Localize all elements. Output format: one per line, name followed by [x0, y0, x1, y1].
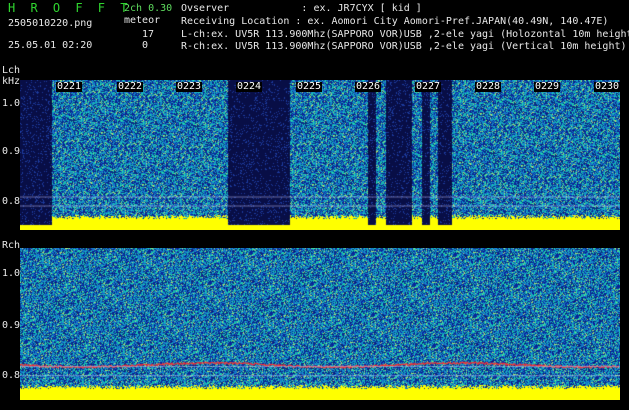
lch-spectrogram	[20, 80, 620, 230]
time-tick-label: 0227	[415, 81, 442, 92]
y-tick-label-r: 0.8	[2, 370, 21, 381]
rch-spectrogram	[20, 248, 620, 400]
time-tick-label: 0226	[355, 81, 382, 92]
mode-label: 2ch 0.30	[124, 3, 173, 14]
capture-datetime: 25.05.01 02:20	[8, 40, 93, 51]
unit-label: kHz	[2, 76, 21, 87]
meteor-count-rch: 0	[142, 40, 149, 51]
observer-info: Ovserver : ex. JR7CYX [ kid ]	[181, 3, 422, 14]
y-tick-label-l: 1.0	[2, 98, 21, 109]
time-tick-label: 0225	[296, 81, 323, 92]
rch-label: Rch	[2, 240, 21, 251]
time-tick-label: 0221	[56, 81, 83, 92]
time-tick-label: 0222	[117, 81, 144, 92]
time-tick-label: 0224	[236, 81, 263, 92]
app-title: H R O F F T	[8, 1, 132, 15]
meteor-label: meteor	[124, 15, 161, 26]
time-tick-label: 0230	[594, 81, 621, 92]
lch-label: Lch	[2, 65, 21, 76]
lch-info: L-ch:ex. UV5R 113.900Mhz(SAPPORO VOR)USB…	[181, 29, 629, 40]
location-info: Receiving Location : ex. Aomori City Aom…	[181, 16, 609, 27]
y-tick-label-l: 0.8	[2, 196, 21, 207]
y-tick-label-l: 0.9	[2, 146, 21, 157]
file-name: 2505010220.png	[8, 18, 93, 29]
time-tick-label: 0223	[176, 81, 203, 92]
rch-info: R-ch:ex. UV5R 113.900Mhz(SAPPORO VOR)USB…	[181, 41, 627, 52]
time-tick-label: 0228	[475, 81, 502, 92]
y-tick-label-r: 0.9	[2, 320, 21, 331]
y-tick-label-r: 1.0	[2, 268, 21, 279]
time-tick-label: 0229	[534, 81, 561, 92]
